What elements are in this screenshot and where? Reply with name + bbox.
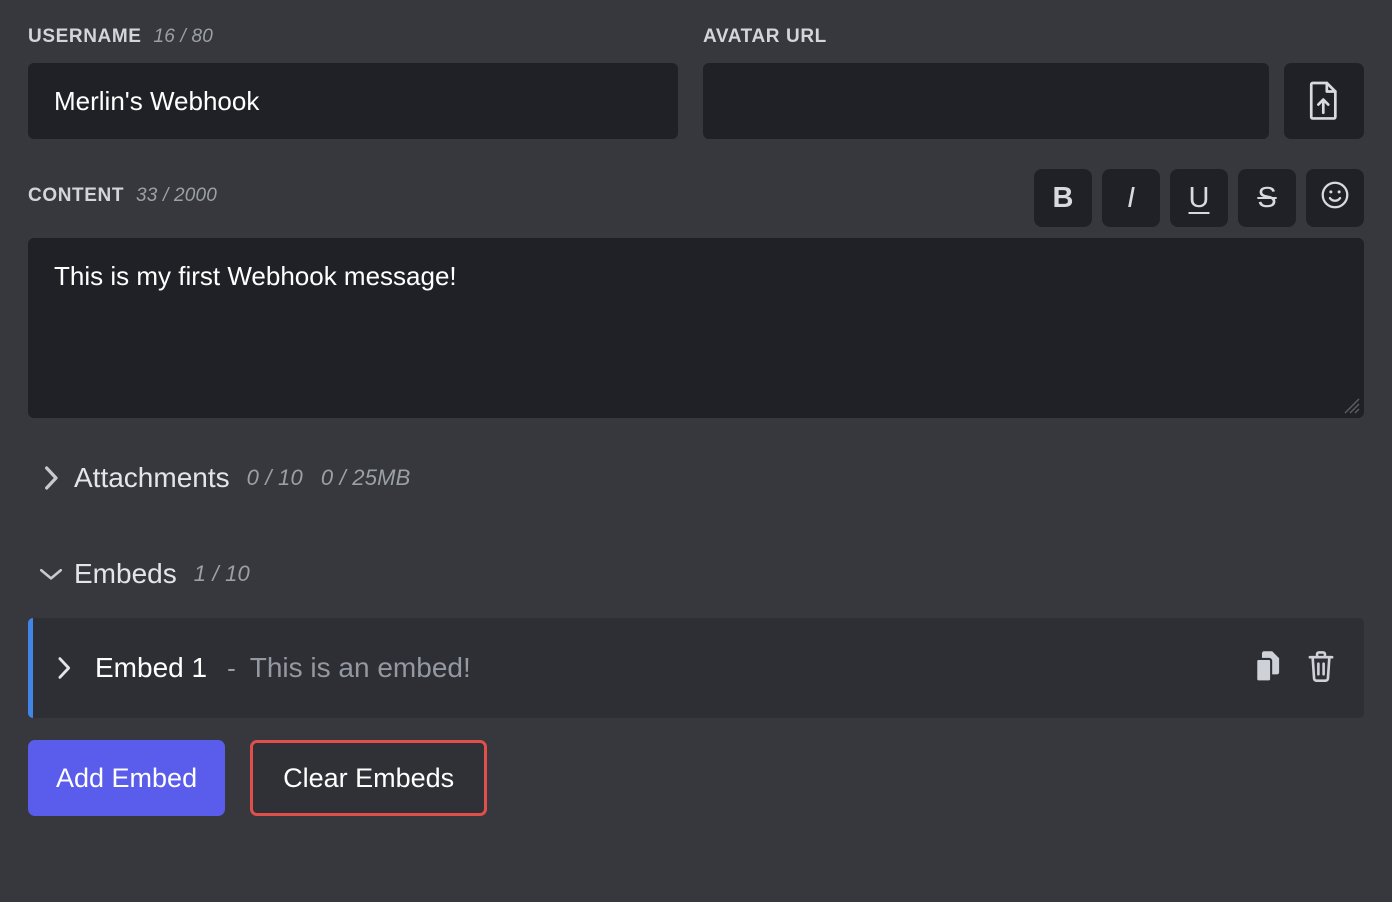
embeds-count: 1 / 10	[193, 561, 250, 586]
content-header: CONTENT 33 / 2000 B I U S	[28, 169, 1364, 227]
duplicate-icon	[1252, 650, 1284, 687]
attachments-section: Attachments 0 / 10 0 / 25MB	[28, 456, 1364, 500]
embed-list: Embed 1 - This is an embed!	[28, 618, 1364, 718]
username-input-line	[28, 63, 678, 139]
embeds-counters: 1 / 10	[194, 561, 250, 587]
avatar-upload-button[interactable]	[1284, 63, 1364, 139]
content-label-row: CONTENT 33 / 2000	[28, 185, 217, 211]
username-input[interactable]	[28, 63, 678, 139]
embed-row[interactable]: Embed 1 - This is an embed!	[28, 618, 1364, 718]
duplicate-embed-button[interactable]	[1252, 650, 1284, 687]
add-embed-button[interactable]: Add Embed	[28, 740, 226, 816]
avatar-url-label: AVATAR URL	[703, 26, 827, 47]
avatar-field-group: AVATAR URL	[703, 26, 1364, 139]
attachments-counters: 0 / 10 0 / 25MB	[247, 465, 411, 491]
format-toolbar: B I U S	[1034, 169, 1364, 227]
avatar-url-input[interactable]	[703, 63, 1269, 139]
chevron-right-icon	[28, 463, 74, 493]
emoji-button[interactable]	[1306, 169, 1364, 227]
embeds-section: Embeds 1 / 10 Embed 1 - This is an embed…	[28, 552, 1364, 816]
content-textarea[interactable]	[28, 238, 1364, 418]
underline-button[interactable]: U	[1170, 169, 1228, 227]
embed-expand-chevron-right-icon[interactable]	[33, 654, 95, 682]
username-field-group: USERNAME 16 / 80	[28, 26, 678, 139]
content-area	[28, 238, 1364, 418]
embed-name: Embed 1	[95, 652, 208, 683]
chevron-down-icon	[28, 561, 74, 587]
attachments-count: 0 / 10	[246, 465, 303, 490]
embed-actions	[1252, 650, 1336, 687]
attachments-header[interactable]: Attachments 0 / 10 0 / 25MB	[28, 456, 1364, 500]
delete-embed-button[interactable]	[1306, 650, 1336, 687]
embed-description: This is an embed!	[249, 652, 471, 683]
attachments-size: 0 / 25MB	[320, 465, 411, 490]
embeds-header[interactable]: Embeds 1 / 10	[28, 552, 1364, 596]
username-label-row: USERNAME 16 / 80	[28, 26, 678, 52]
italic-button[interactable]: I	[1102, 169, 1160, 227]
avatar-label-row: AVATAR URL	[703, 26, 1364, 52]
embeds-title: Embeds	[74, 558, 177, 589]
avatar-input-line	[703, 63, 1364, 139]
content-field-group: CONTENT 33 / 2000 B I U S	[28, 169, 1364, 418]
trash-icon	[1306, 650, 1336, 687]
username-counter: 16 / 80	[153, 26, 214, 47]
webhook-editor-panel: USERNAME 16 / 80 AVATAR URL	[0, 0, 1392, 902]
identity-row: USERNAME 16 / 80 AVATAR URL	[28, 26, 1364, 139]
strikethrough-button[interactable]: S	[1238, 169, 1296, 227]
bold-button[interactable]: B	[1034, 169, 1092, 227]
content-label: CONTENT	[28, 185, 125, 206]
content-counter: 33 / 2000	[136, 185, 218, 206]
file-upload-icon	[1307, 80, 1341, 123]
clear-embeds-button[interactable]: Clear Embeds	[250, 740, 488, 816]
embed-button-row: Add Embed Clear Embeds	[28, 740, 1364, 816]
smiley-icon	[1319, 179, 1351, 217]
username-label: USERNAME	[28, 26, 142, 47]
embed-separator: -	[227, 652, 236, 683]
attachments-title: Attachments	[74, 462, 230, 493]
